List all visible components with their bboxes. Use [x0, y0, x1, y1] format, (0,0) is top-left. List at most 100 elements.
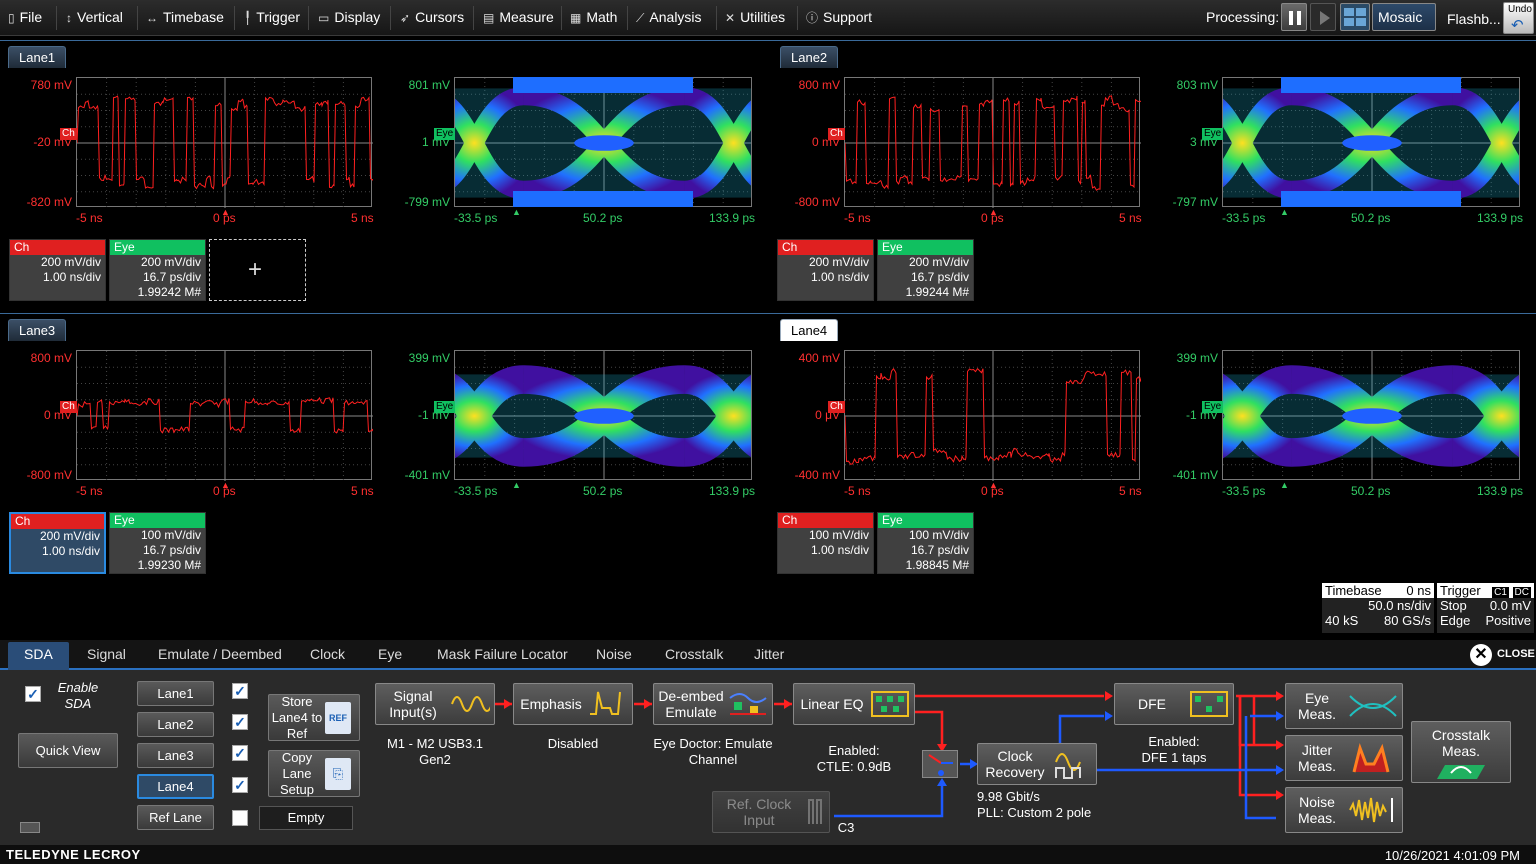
linear-eq-block[interactable]: Linear EQ	[793, 683, 915, 725]
clock-pulse-icon	[808, 799, 822, 824]
eye-trace-chip[interactable]: Eye	[434, 401, 456, 413]
tab-emulate-deembed[interactable]: Emulate / Deembed	[158, 646, 282, 662]
lane4-checkbox[interactable]: ✓	[232, 777, 248, 793]
channel-waveform-grid[interactable]	[76, 77, 373, 208]
menu-trigger[interactable]: ╿ Trigger	[244, 9, 300, 25]
tab-jitter[interactable]: Jitter	[754, 646, 784, 662]
ref-lane-checkbox[interactable]	[232, 810, 248, 826]
trigger-marker-icon: ▲	[512, 480, 521, 490]
lane-tab-2[interactable]: Lane2	[780, 46, 839, 68]
lane3-button[interactable]: Lane3	[137, 743, 214, 768]
jitter-meas-block[interactable]: Jitter Meas.	[1285, 735, 1403, 781]
ch-trace-chip[interactable]: Ch	[828, 401, 845, 413]
vertical-arrows-icon: ↕	[66, 11, 72, 25]
tab-clock[interactable]: Clock	[310, 646, 345, 662]
eye-trace-chip[interactable]: Eye	[1202, 128, 1224, 140]
eye-descriptor[interactable]: Eye 100 mV/div 16.7 ps/div 1.98845 M#	[877, 512, 974, 574]
led-indicator	[20, 822, 40, 833]
signal-input-block[interactable]: Signal Input(s)	[375, 683, 495, 725]
flashback-button[interactable]: Flashb...	[1447, 11, 1501, 27]
store-to-ref-button[interactable]: Store Lane4 to Ref REF	[268, 694, 360, 741]
channel-waveform-grid[interactable]	[76, 350, 373, 481]
eye-descriptor[interactable]: Eye 100 mV/div 16.7 ps/div 1.99230 M#	[109, 512, 206, 574]
eye-y-bottom-label: -401 mV	[404, 468, 450, 482]
menu-display[interactable]: ▭ Display	[318, 9, 380, 25]
lane4-button[interactable]: Lane4	[137, 774, 214, 799]
enable-sda-checkbox[interactable]: ✓	[25, 686, 41, 702]
eye-descriptor[interactable]: Eye 200 mV/div 16.7 ps/div 1.99242 M#	[109, 239, 206, 301]
tab-signal[interactable]: Signal	[87, 646, 126, 662]
add-trace-button[interactable]: +	[209, 239, 306, 301]
eye-diagram-grid[interactable]	[1222, 77, 1520, 207]
tab-crosstalk[interactable]: Crosstalk	[665, 646, 723, 662]
lane2-checkbox[interactable]: ✓	[232, 714, 248, 730]
eye-diagram-grid[interactable]	[1222, 350, 1520, 480]
ch-trace-chip[interactable]: Ch	[60, 401, 77, 413]
ch-descriptor[interactable]: Ch 200 mV/div 1.00 ns/div	[9, 512, 106, 574]
menu-file[interactable]: ▯ File	[8, 9, 42, 25]
menu-vertical[interactable]: ↕ Vertical	[66, 9, 123, 25]
lane-tab-4[interactable]: Lane4	[780, 319, 839, 341]
play-button[interactable]	[1310, 3, 1336, 31]
ch-descriptor[interactable]: Ch 200 mV/div 1.00 ns/div	[777, 239, 874, 301]
lane1-button[interactable]: Lane1	[137, 681, 214, 706]
menu-measure[interactable]: ▤ Measure	[483, 9, 554, 25]
lane2-button[interactable]: Lane2	[137, 712, 214, 737]
deembed-emulate-block[interactable]: De-embed Emulate	[653, 683, 773, 725]
lane-tab-1[interactable]: Lane1	[8, 46, 67, 68]
timebase-descriptor[interactable]: Timebase 0 ns 50.0 ns/div 40 kS 80 GS/s	[1322, 583, 1434, 633]
tab-noise[interactable]: Noise	[596, 646, 632, 662]
horizontal-arrows-icon: ↔	[146, 11, 158, 25]
crosstalk-meas-block[interactable]: Crosstalk Meas.	[1411, 721, 1511, 783]
ch-y-bottom-label: -800 mV	[26, 468, 72, 482]
copy-lane-setup-button[interactable]: Copy Lane Setup ⎘	[268, 750, 360, 797]
ref-lane-button[interactable]: Ref Lane	[137, 805, 214, 830]
enable-sda-toggle[interactable]: ✓ Enable SDA	[18, 680, 118, 714]
clock-recovery-block[interactable]: Clock Recovery	[977, 743, 1097, 785]
mask-region-bottom	[513, 191, 693, 207]
menu-utilities[interactable]: ✕ Utilities	[725, 9, 785, 25]
lane3-checkbox[interactable]: ✓	[232, 745, 248, 761]
menu-cursors[interactable]: ➶ Cursors	[400, 9, 464, 25]
dfe-block[interactable]: DFE	[1114, 683, 1234, 725]
channel-waveform-grid[interactable]	[844, 350, 1141, 481]
close-button[interactable]: ✕ CLOSE	[1470, 644, 1535, 666]
eye-descriptor[interactable]: Eye 200 mV/div 16.7 ps/div 1.99244 M#	[877, 239, 974, 301]
noise-meas-block[interactable]: Noise Meas.	[1285, 787, 1403, 833]
eye-diagram-grid[interactable]	[454, 77, 752, 207]
trigger-marker-icon: ▲	[1280, 480, 1289, 490]
undo-button[interactable]: Undo ↶	[1503, 2, 1534, 34]
menu-analysis[interactable]: ⟋ Analysis	[636, 9, 702, 26]
tab-eye[interactable]: Eye	[378, 646, 402, 662]
eye-trace-chip[interactable]: Eye	[434, 128, 456, 140]
trigger-marker-icon: ▲	[989, 207, 998, 217]
menu-math[interactable]: ▦ Math	[570, 9, 617, 25]
display-mode-select[interactable]: Mosaic	[1372, 3, 1436, 31]
clock-source-switch-icon[interactable]	[922, 750, 958, 778]
ch-x-right-label: 5 ns	[1119, 484, 1142, 498]
ch-trace-chip[interactable]: Ch	[828, 128, 845, 140]
menu-timebase[interactable]: ↔ Timebase	[146, 9, 224, 25]
ch-trace-chip[interactable]: Ch	[60, 128, 77, 140]
eye-meas-block[interactable]: Eye Meas.	[1285, 683, 1403, 729]
trigger-descriptor[interactable]: Trigger C1 DC Stop 0.0 mV Edge Positive	[1437, 583, 1534, 633]
channel-waveform-grid[interactable]	[844, 77, 1141, 208]
emphasis-block[interactable]: Emphasis	[513, 683, 633, 725]
menu-bar: ▯ File ↕ Vertical ↔ Timebase ╿ Trigger ▭ Disp…	[0, 0, 1536, 36]
eye-diagram-grid[interactable]	[454, 350, 752, 480]
ref-lane-source-field[interactable]: Empty	[259, 806, 353, 830]
tab-sda[interactable]: SDA	[8, 642, 69, 670]
quick-view-button[interactable]: Quick View	[18, 733, 118, 768]
ref-clock-input-block[interactable]: Ref. Clock Input	[712, 791, 830, 833]
cursor-icon: ➶	[400, 11, 411, 25]
lane-tab-3[interactable]: Lane3	[8, 319, 67, 341]
mosaic-layout-icon[interactable]	[1340, 3, 1370, 31]
ch-descriptor[interactable]: Ch 200 mV/div 1.00 ns/div	[9, 239, 106, 301]
lane1-checkbox[interactable]: ✓	[232, 683, 248, 699]
menu-support[interactable]: ⓘ Support	[806, 9, 872, 26]
tab-mask-failure-locator[interactable]: Mask Failure Locator	[437, 646, 568, 662]
pause-button[interactable]	[1281, 3, 1307, 31]
mask-region-bottom	[1281, 191, 1461, 207]
eye-trace-chip[interactable]: Eye	[1202, 401, 1224, 413]
ch-descriptor[interactable]: Ch 100 mV/div 1.00 ns/div	[777, 512, 874, 574]
